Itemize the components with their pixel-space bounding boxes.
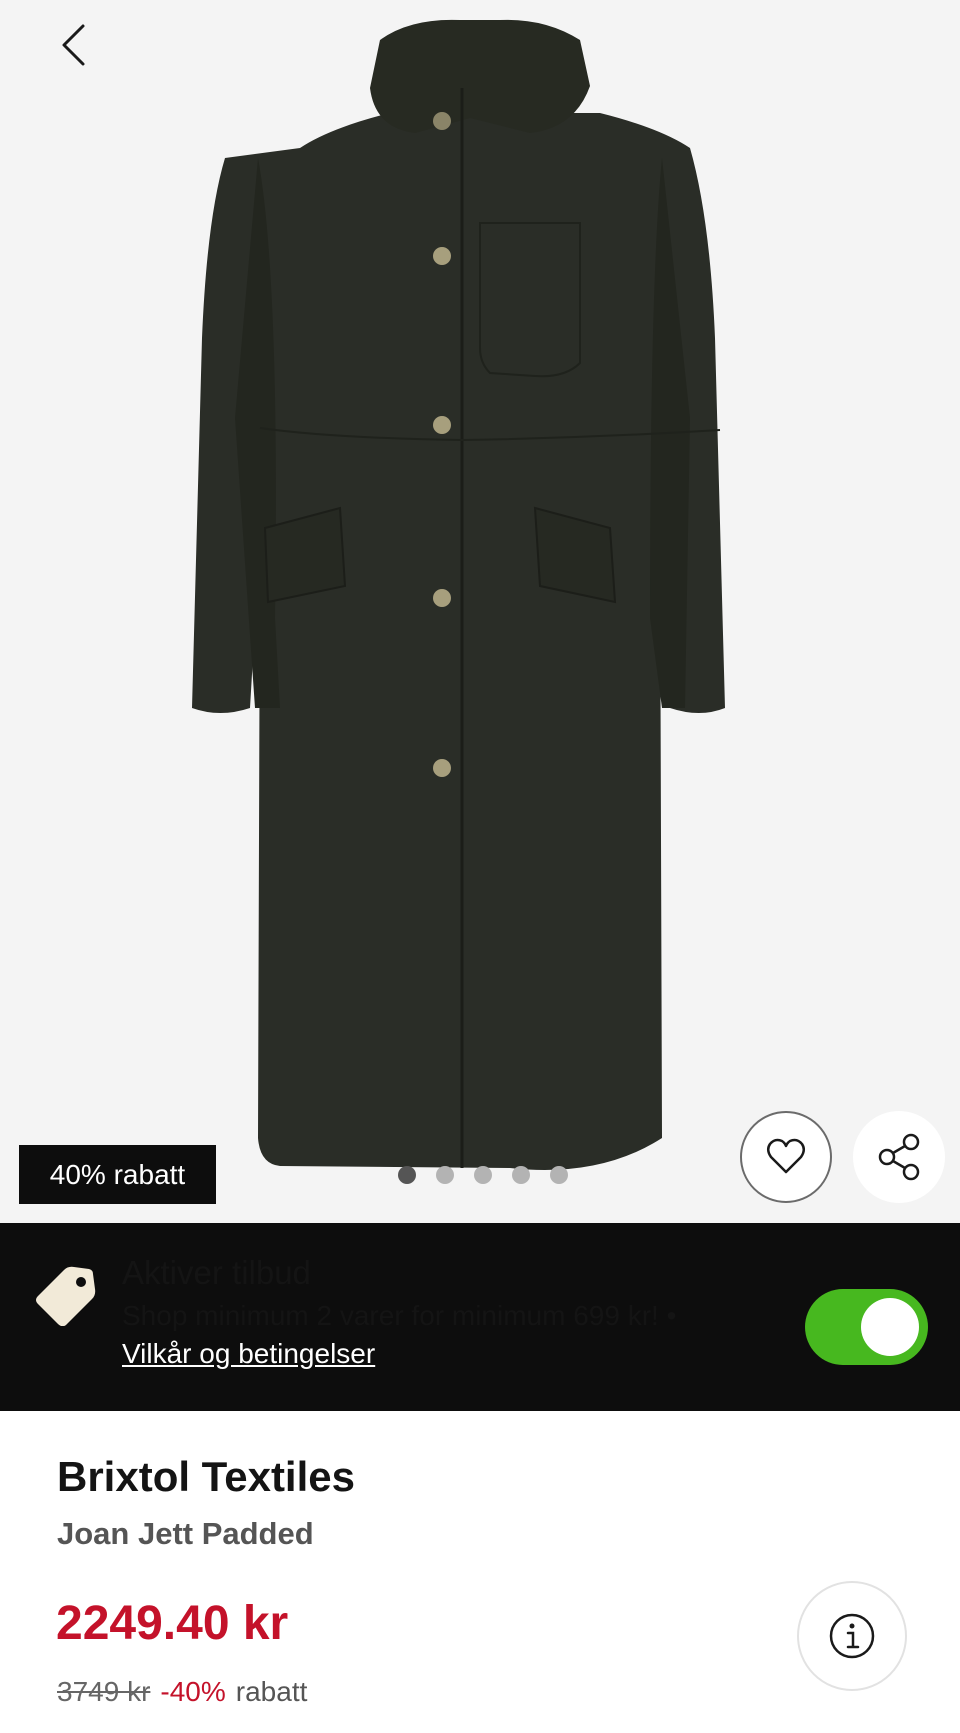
gallery-pagination[interactable] [398,1166,568,1184]
product-name: Joan Jett Padded [57,1516,314,1551]
product-image [192,19,725,1170]
pagination-dot[interactable] [474,1166,492,1184]
discount-badge: 40% rabatt [19,1145,216,1204]
pagination-dot[interactable] [398,1166,416,1184]
pagination-dot[interactable] [512,1166,530,1184]
offer-text: Shop minimum 2 varer for minimum 699 kr!… [122,1300,677,1331]
info-icon [829,1613,875,1659]
price-details: 3749 kr -40% rabatt [57,1676,307,1708]
product-gallery[interactable]: 40% rabatt [0,0,960,1223]
tag-icon [36,1266,96,1326]
share-button[interactable] [853,1111,945,1203]
sale-price: 2249.40 kr [56,1597,289,1650]
offer-title: Aktiver tilbud [122,1254,311,1291]
toggle-knob [861,1298,919,1356]
discount-percent: -40% [160,1676,226,1707]
brand-name[interactable]: Brixtol Textiles [57,1453,355,1501]
share-icon [878,1133,920,1181]
pagination-dot[interactable] [436,1166,454,1184]
heart-icon [767,1138,805,1174]
chevron-left-icon [62,24,85,66]
offer-toggle[interactable] [805,1289,928,1365]
back-button[interactable] [50,20,98,70]
original-price: 3749 kr [57,1676,151,1707]
pagination-dot[interactable] [550,1166,568,1184]
terms-link[interactable]: Vilkår og betingelser [122,1338,375,1370]
price-info-button[interactable] [797,1581,907,1691]
discount-label: rabatt [235,1676,308,1707]
favorite-button[interactable] [740,1111,832,1203]
